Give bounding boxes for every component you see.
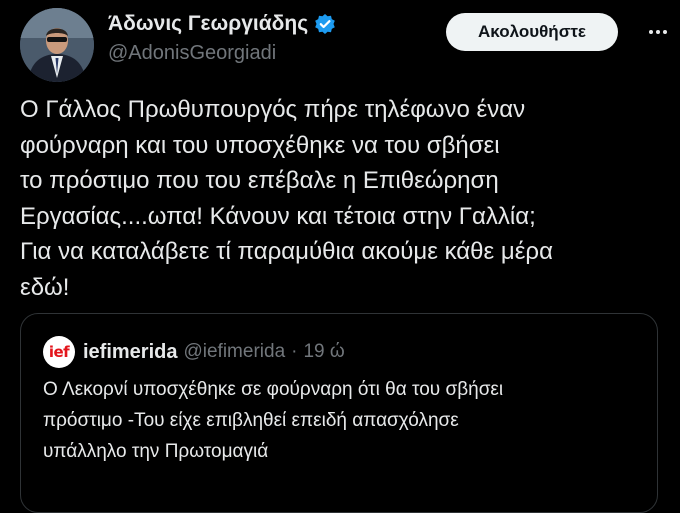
quote-line: υπάλληλο την Πρωτομαγιά: [43, 441, 269, 462]
tweet-line: φούρναρη και του υποσχέθηκε να του σβήσε…: [20, 131, 500, 159]
author-handle[interactable]: @AdonisGeorgiadi: [108, 42, 276, 65]
author-avatar[interactable]: [20, 8, 94, 82]
quote-line: Ο Λεκορνί υποσχέθηκε σε φούρναρη ότι θα …: [43, 379, 504, 400]
tweet-line: Ο Γάλλος Πρωθυπουργός πήρε τηλέφωνο έναν: [20, 96, 526, 123]
avatar-image: [20, 8, 94, 82]
tweet-line: Εργασίας....ωπα! Κάνουν και τέτοια στην …: [20, 202, 536, 230]
iefimerida-logo-icon[interactable]: ief: [43, 336, 75, 368]
verified-badge-icon: [314, 13, 336, 35]
quoted-tweet-card[interactable]: ief iefimerida @iefimerida · 19 ώ Ο Λεκο…: [20, 313, 658, 513]
quote-line: πρόστιμο -Του είχε επιβληθεί επειδή απασ…: [43, 410, 459, 431]
quoted-tweet-header: ief iefimerida @iefimerida · 19 ώ: [43, 336, 345, 368]
quoted-tweet-text: Ο Λεκορνί υποσχέθηκε σε φούρναρη ότι θα …: [43, 374, 643, 467]
follow-button[interactable]: Ακολουθήστε: [446, 13, 618, 51]
tweet-text: Ο Γάλλος Πρωθυπουργός πήρε τηλέφωνο έναν…: [20, 92, 670, 305]
tweet-line: Για να καταλάβετε τί παραμύθια ακούμε κά…: [20, 238, 553, 265]
author-name-text: Άδωνις Γεωργιάδης: [108, 12, 309, 35]
tweet-line: το πρόστιμο που του επέβαλε η Επιθεώρηση: [20, 167, 499, 194]
quote-logo-text: ief: [48, 343, 70, 361]
quoted-author-handle[interactable]: @iefimerida: [183, 341, 285, 363]
quoted-author-name[interactable]: iefimerida: [83, 341, 177, 364]
quoted-tweet-time[interactable]: 19 ώ: [303, 341, 344, 363]
tweet-line: εδώ!: [20, 273, 70, 301]
separator-dot: ·: [291, 341, 298, 362]
author-display-name[interactable]: Άδωνις Γεωργιάδης: [108, 12, 336, 36]
more-dots-icon[interactable]: [640, 14, 676, 50]
